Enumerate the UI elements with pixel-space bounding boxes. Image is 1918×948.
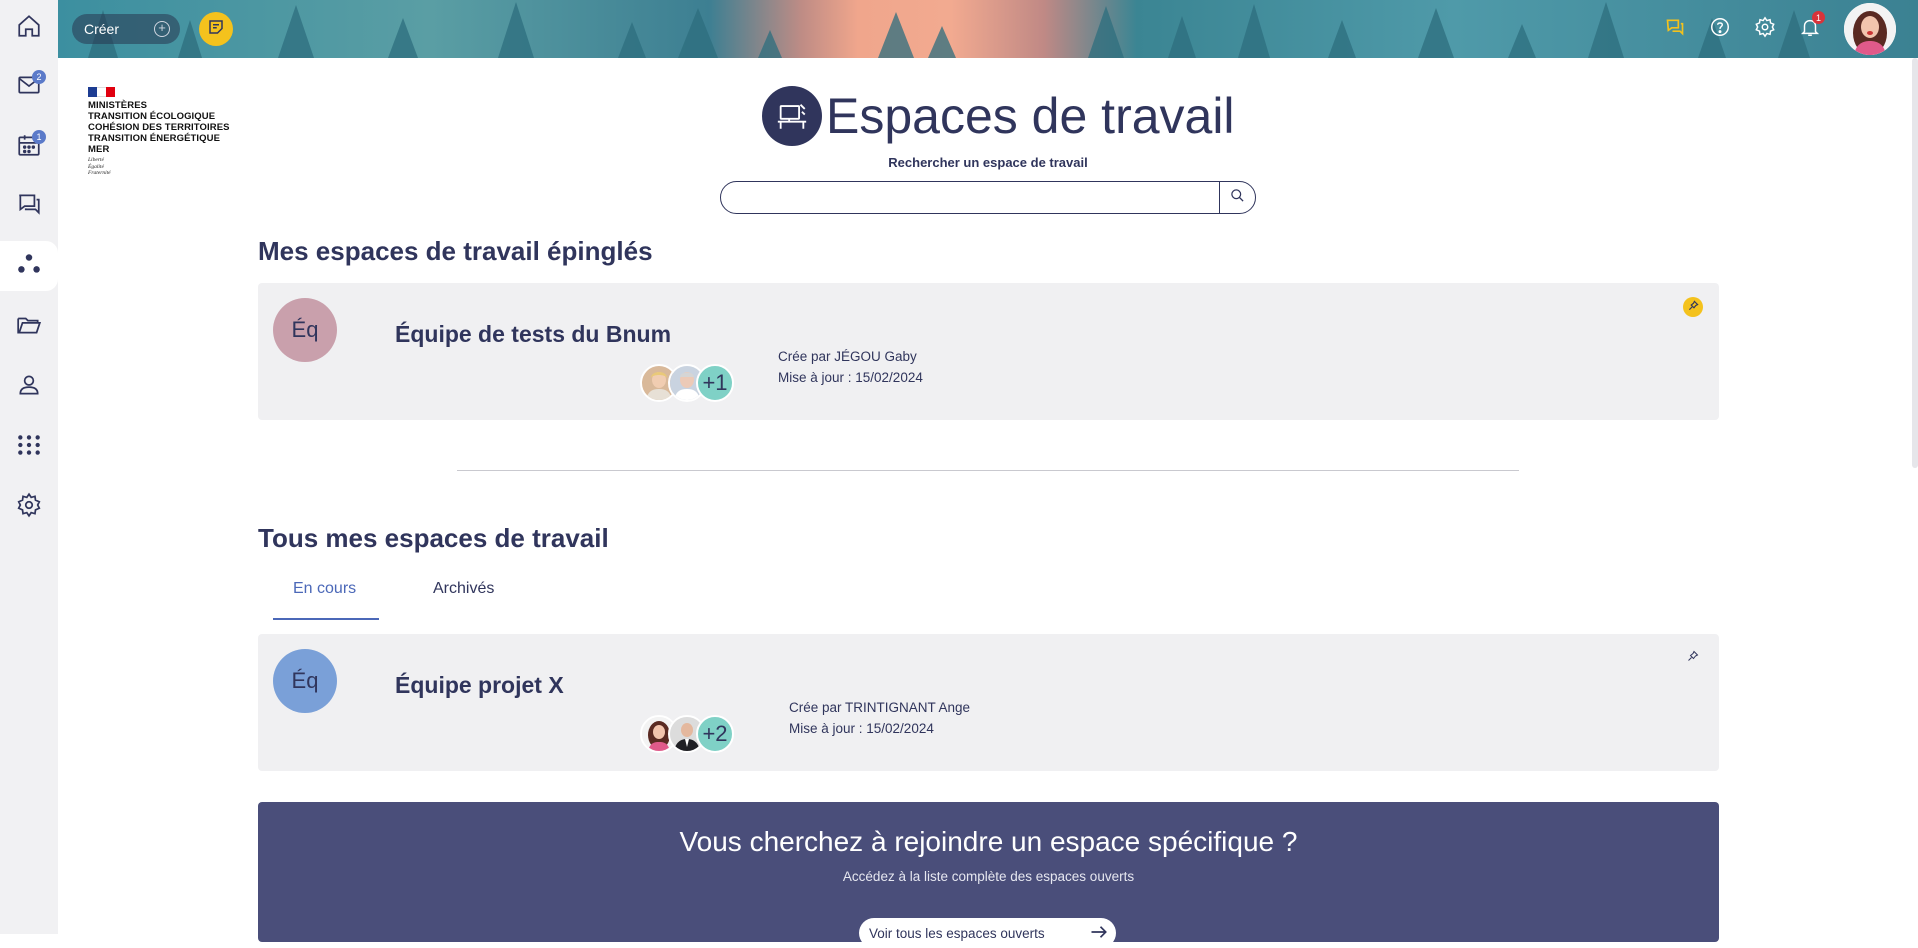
sidebar-item-home[interactable]	[0, 3, 58, 53]
sidebar: 2 1	[0, 0, 58, 934]
page-title: Espaces de travail	[826, 88, 1235, 144]
sticky-note-icon	[207, 18, 225, 41]
all-workspaces-heading: Tous mes espaces de travail	[258, 523, 609, 553]
workspace-desk-icon	[762, 86, 822, 146]
workspace-meta: Crée par JÉGOU Gaby Mise à jour : 15/02/…	[778, 346, 923, 388]
sidebar-item-apps[interactable]	[0, 422, 58, 472]
workspace-avatar: Éq	[273, 298, 337, 362]
header-forest-illustration	[88, 2, 1810, 58]
gear-icon	[16, 492, 42, 523]
user-avatar[interactable]	[1844, 3, 1896, 55]
plus-icon: +	[154, 21, 170, 37]
settings-header-button[interactable]	[1752, 16, 1778, 42]
tab-archives[interactable]: Archivés	[413, 570, 514, 620]
page-header: Espaces de travail	[762, 86, 1235, 146]
workspace-meta: Crée par TRINTIGNANT Ange Mise à jour : …	[789, 697, 970, 739]
search-icon	[1230, 188, 1245, 208]
pin-button[interactable]	[1683, 648, 1703, 668]
search-input[interactable]	[721, 182, 1219, 213]
workspaces-icon	[16, 251, 42, 282]
member-avatars[interactable]: +1	[640, 364, 740, 404]
workspace-name[interactable]: Équipe projet X	[395, 672, 564, 699]
updated-date: Mise à jour : 15/02/2024	[778, 370, 923, 385]
mail-badge: 2	[32, 70, 46, 84]
sidebar-item-settings[interactable]	[0, 482, 58, 532]
home-icon	[16, 13, 42, 44]
workspace-name[interactable]: Équipe de tests du Bnum	[395, 321, 671, 348]
logo-line: COHÉSION DES TERRITOIRES	[88, 122, 230, 133]
help-button[interactable]	[1707, 16, 1733, 42]
notification-badge: 1	[1812, 11, 1825, 24]
pin-icon	[1687, 649, 1699, 667]
search-label: Rechercher un espace de travail	[888, 155, 1088, 170]
page-scrollbar[interactable]	[1912, 58, 1918, 468]
workspace-avatar: Éq	[273, 649, 337, 713]
section-divider	[457, 470, 1519, 471]
logo-line: MER	[88, 144, 110, 155]
user-icon	[16, 372, 42, 403]
join-subtitle: Accédez à la liste complète des espaces …	[842, 869, 1135, 884]
workspace-search	[720, 181, 1256, 214]
logo-line: TRANSITION ÉCOLOGIQUE	[88, 111, 216, 122]
user-avatar-image	[1844, 3, 1896, 55]
sidebar-item-files[interactable]	[0, 302, 58, 352]
updated-date: Mise à jour : 15/02/2024	[789, 721, 934, 736]
calendar-badge: 1	[32, 130, 46, 144]
apps-grid-icon	[16, 432, 42, 463]
chat-header-button[interactable]	[1662, 16, 1688, 42]
see-all-workspaces-button[interactable]: Voir tous les espaces ouverts	[859, 918, 1116, 948]
ministry-logo: MINISTÈRES TRANSITION ÉCOLOGIQUE COHÉSIO…	[88, 87, 248, 177]
notes-button[interactable]	[199, 12, 233, 46]
join-title: Vous cherchez à rejoindre un espace spéc…	[679, 826, 1298, 857]
chat-bubbles-icon	[1665, 17, 1685, 42]
logo-motto: Liberté Égalité Fraternité	[88, 157, 111, 176]
folder-icon	[16, 312, 42, 343]
french-flag-icon	[88, 87, 115, 97]
workspace-card[interactable]: Éq Équipe projet X +2 Crée par TRINTIGNA…	[258, 634, 1719, 771]
search-button[interactable]	[1219, 182, 1255, 213]
sidebar-item-workspaces[interactable]	[0, 241, 58, 291]
pin-icon	[1688, 298, 1699, 316]
created-by: Crée par TRINTIGNANT Ange	[789, 700, 971, 715]
created-by: Crée par JÉGOU Gaby	[778, 349, 917, 364]
sidebar-item-mail[interactable]: 2	[0, 62, 58, 112]
member-count: +2	[696, 715, 734, 753]
top-header: Créer + 1	[58, 0, 1918, 58]
sidebar-item-calendar[interactable]: 1	[0, 122, 58, 172]
workspace-card[interactable]: Éq Équipe de tests du Bnum +1 Crée par J…	[258, 283, 1719, 420]
logo-line: TRANSITION ÉNERGÉTIQUE	[88, 133, 221, 144]
join-workspace-banner: Vous cherchez à rejoindre un espace spéc…	[258, 802, 1719, 948]
pinned-heading: Mes espaces de travail épinglés	[258, 236, 653, 266]
sidebar-item-contacts[interactable]	[0, 362, 58, 412]
create-button[interactable]: Créer +	[72, 14, 180, 44]
unpin-button[interactable]	[1683, 297, 1703, 317]
logo-line: MINISTÈRES	[88, 100, 148, 111]
member-avatars[interactable]: +2	[640, 715, 740, 755]
chat-icon	[16, 191, 42, 222]
create-label: Créer	[84, 21, 120, 37]
notifications-button[interactable]: 1	[1797, 11, 1825, 42]
gear-icon	[1754, 16, 1776, 43]
tab-en-cours[interactable]: En cours	[273, 570, 379, 620]
member-count: +1	[696, 364, 734, 402]
sidebar-item-chat[interactable]	[0, 181, 58, 231]
help-icon	[1709, 16, 1731, 43]
